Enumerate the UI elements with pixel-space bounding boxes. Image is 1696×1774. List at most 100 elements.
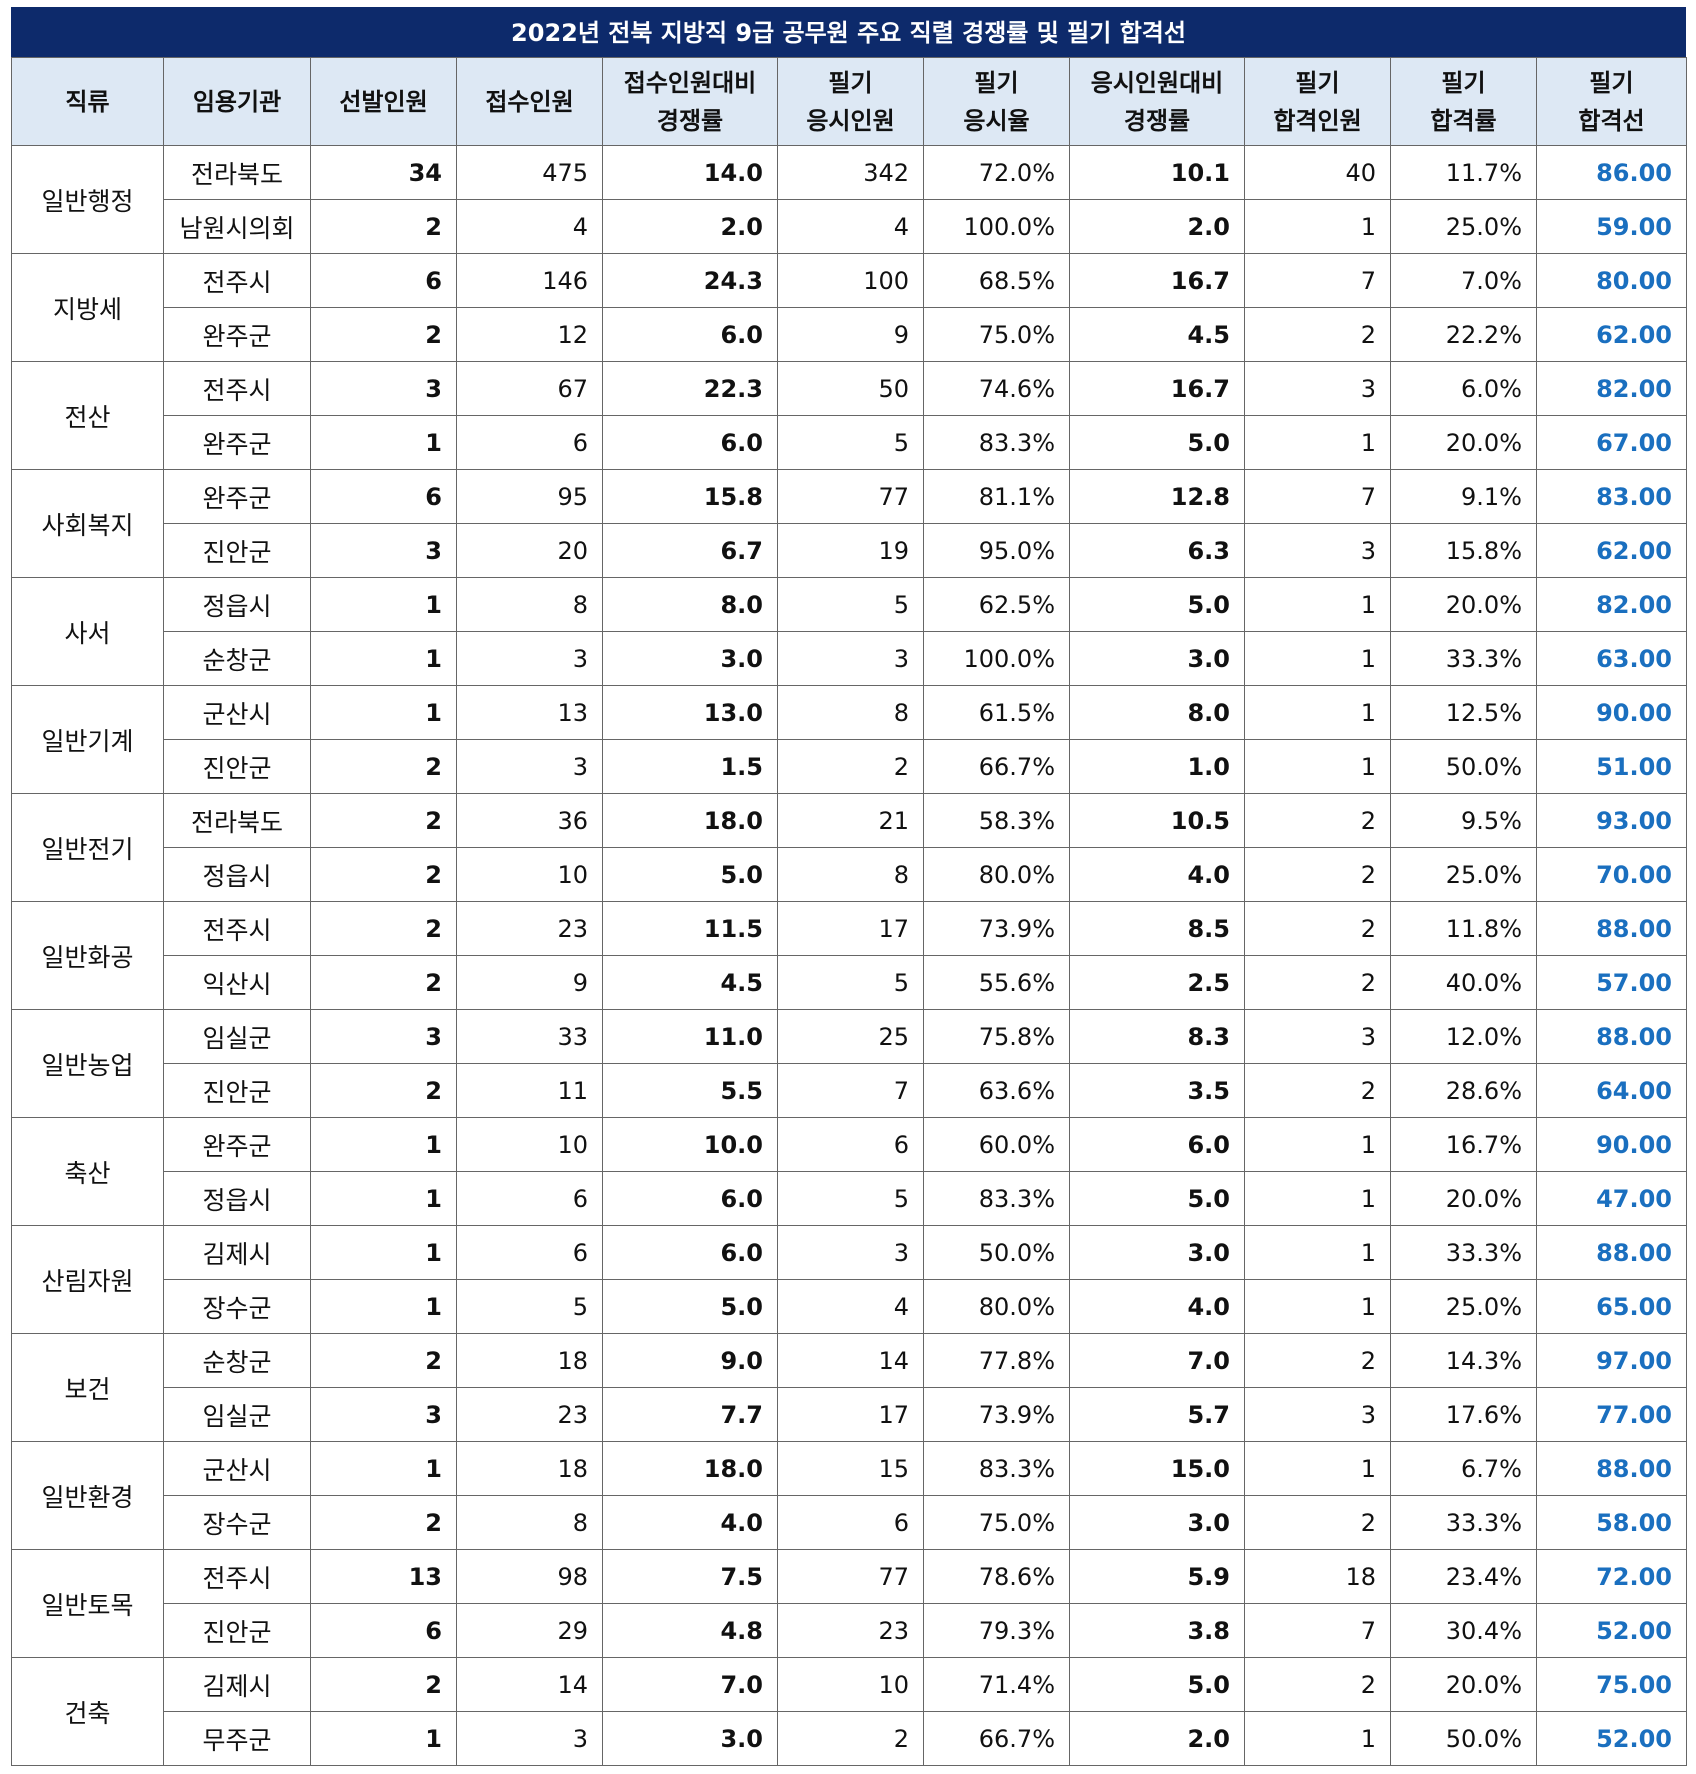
table-row: 남원시의회 2 4 2.0 4 100.0% 2.0 1 25.0% 59.00 [12, 199, 1687, 254]
table-row: 진안군 6 29 4.8 23 79.3% 3.8 7 30.4% 52.00 [12, 1603, 1687, 1658]
cell-exam-takers: 19 [777, 523, 924, 578]
cell-exam-takers: 5 [777, 955, 924, 1010]
cell-pass-line: 58.00 [1536, 1495, 1687, 1550]
cell-pass-line: 83.00 [1536, 469, 1687, 524]
cell-applicants: 6 [456, 1171, 603, 1226]
cell-exam-takers: 3 [777, 631, 924, 686]
cell-pass-rate: 30.4% [1390, 1603, 1537, 1658]
cell-applicant-ratio: 3.0 [602, 631, 778, 686]
cell-exam-takers: 15 [777, 1441, 924, 1496]
cell-applicant-ratio: 14.0 [602, 145, 778, 200]
cell-attendance-rate: 60.0% [923, 1117, 1070, 1172]
cell-selected: 1 [310, 577, 457, 632]
header-line: 응시인원대비 [1090, 68, 1224, 97]
cell-applicant-ratio: 8.0 [602, 577, 778, 632]
cell-exam-takers: 342 [777, 145, 924, 200]
cell-applicants: 20 [456, 523, 603, 578]
cell-passers: 2 [1244, 955, 1391, 1010]
cell-passers: 18 [1244, 1549, 1391, 1604]
cell-pass-line: 51.00 [1536, 739, 1687, 794]
cell-taker-ratio: 8.5 [1069, 901, 1245, 956]
header-selected: 선발인원 [310, 57, 457, 146]
cell-agency: 진안군 [163, 1063, 311, 1118]
cell-pass-rate: 33.3% [1390, 631, 1537, 686]
table-row: 건축 김제시 2 14 7.0 10 71.4% 5.0 2 20.0% 75.00 [11, 1657, 1687, 1766]
table-row: 일반행정 전라북도 34 475 14.0 342 72.0% 10.1 40 11.7% 86.0… [11, 145, 1687, 254]
header-line: 필기 [1589, 68, 1634, 97]
cell-taker-ratio: 5.7 [1069, 1387, 1245, 1442]
cell-taker-ratio: 6.3 [1069, 523, 1245, 578]
header-line: 접수인원 [485, 87, 574, 116]
cell-pass-rate: 7.0% [1390, 253, 1537, 308]
cell-agency: 완주군 [163, 307, 311, 362]
cell-pass-line: 82.00 [1536, 577, 1687, 632]
cell-applicants: 8 [456, 577, 603, 632]
table-row: 장수군 1 5 5.0 4 80.0% 4.0 1 25.0% 65.00 [12, 1279, 1687, 1334]
cell-agency: 전라북도 [163, 145, 311, 200]
cell-pass-rate: 20.0% [1390, 415, 1537, 470]
cell-passers: 40 [1244, 145, 1391, 200]
cell-pass-line: 88.00 [1536, 1441, 1687, 1496]
table-row: 무주군 1 3 3.0 2 66.7% 2.0 1 50.0% 52.00 [12, 1711, 1687, 1766]
cell-applicant-ratio: 5.5 [602, 1063, 778, 1118]
table-row: 일반농업 임실군 3 33 11.0 25 75.8% 8.3 3 12.0% 88.00 [11, 1009, 1687, 1118]
cell-applicants: 475 [456, 145, 603, 200]
cell-taker-ratio: 5.0 [1069, 577, 1245, 632]
cell-applicant-ratio: 6.7 [602, 523, 778, 578]
cell-pass-line: 90.00 [1536, 1117, 1687, 1172]
header-applicant-ratio: 접수인원대비 경쟁률 [602, 57, 778, 146]
cell-pass-line: 80.00 [1536, 253, 1687, 308]
cell-selected: 1 [310, 415, 457, 470]
cell-selected: 6 [310, 1603, 457, 1658]
table-row: 일반환경 군산시 1 18 18.0 15 83.3% 15.0 1 6.7% 88.00 [11, 1441, 1687, 1550]
cell-pass-line: 88.00 [1536, 901, 1687, 956]
cell-pass-rate: 17.6% [1390, 1387, 1537, 1442]
table-row: 완주군 1 6 6.0 5 83.3% 5.0 1 20.0% 67.00 [12, 415, 1687, 470]
table-row: 정읍시 1 6 6.0 5 83.3% 5.0 1 20.0% 47.00 [12, 1171, 1687, 1226]
cell-attendance-rate: 83.3% [923, 415, 1070, 470]
cell-passers: 3 [1244, 523, 1391, 578]
cell-agency: 장수군 [163, 1495, 311, 1550]
cell-attendance-rate: 55.6% [923, 955, 1070, 1010]
cell-pass-line: 77.00 [1536, 1387, 1687, 1442]
cell-category: 산림자원 [11, 1225, 164, 1334]
cell-passers: 3 [1244, 1009, 1391, 1064]
table-row: 일반화공 전주시 2 23 11.5 17 73.9% 8.5 2 11.8% 88.00 [11, 901, 1687, 1010]
cell-selected: 3 [310, 361, 457, 416]
cell-applicant-ratio: 7.7 [602, 1387, 778, 1442]
table-row: 사회복지 완주군 6 95 15.8 77 81.1% 12.8 7 9.1% 83.00 [11, 469, 1687, 578]
cell-pass-rate: 11.8% [1390, 901, 1537, 956]
table-row: 순창군 1 3 3.0 3 100.0% 3.0 1 33.3% 63.00 [12, 631, 1687, 686]
table-row: 장수군 2 8 4.0 6 75.0% 3.0 2 33.3% 58.00 [12, 1495, 1687, 1550]
table-row: 산림자원 김제시 1 6 6.0 3 50.0% 3.0 1 33.3% 88.00 [11, 1225, 1687, 1334]
cell-pass-rate: 14.3% [1390, 1333, 1537, 1388]
cell-exam-takers: 50 [777, 361, 924, 416]
cell-taker-ratio: 16.7 [1069, 361, 1245, 416]
cell-applicants: 3 [456, 739, 603, 794]
cell-pass-rate: 50.0% [1390, 739, 1537, 794]
table-container: 2022년 전북 지방직 9급 공무원 주요 직렬 경쟁률 및 필기 합격선 직… [11, 7, 1687, 1766]
cell-passers: 2 [1244, 1063, 1391, 1118]
cell-exam-takers: 5 [777, 577, 924, 632]
header-line: 응시인원 [806, 106, 895, 135]
cell-selected: 1 [310, 1171, 457, 1226]
cell-passers: 1 [1244, 1441, 1391, 1496]
header-line: 합격선 [1578, 106, 1645, 135]
cell-taker-ratio: 5.9 [1069, 1549, 1245, 1604]
cell-pass-rate: 12.0% [1390, 1009, 1537, 1064]
cell-category: 전산 [11, 361, 164, 470]
cell-pass-rate: 9.1% [1390, 469, 1537, 524]
cell-pass-line: 88.00 [1536, 1009, 1687, 1064]
cell-exam-takers: 4 [777, 199, 924, 254]
cell-attendance-rate: 79.3% [923, 1603, 1070, 1658]
table-row: 일반토목 전주시 13 98 7.5 77 78.6% 5.9 18 23.4% 72.00 [11, 1549, 1687, 1658]
cell-agency: 순창군 [163, 1333, 311, 1388]
cell-pass-line: 62.00 [1536, 307, 1687, 362]
cell-applicants: 29 [456, 1603, 603, 1658]
cell-agency: 진안군 [163, 1603, 311, 1658]
cell-selected: 1 [310, 1441, 457, 1496]
cell-attendance-rate: 77.8% [923, 1333, 1070, 1388]
cell-exam-takers: 4 [777, 1279, 924, 1334]
cell-category: 사회복지 [11, 469, 164, 578]
cell-passers: 1 [1244, 577, 1391, 632]
